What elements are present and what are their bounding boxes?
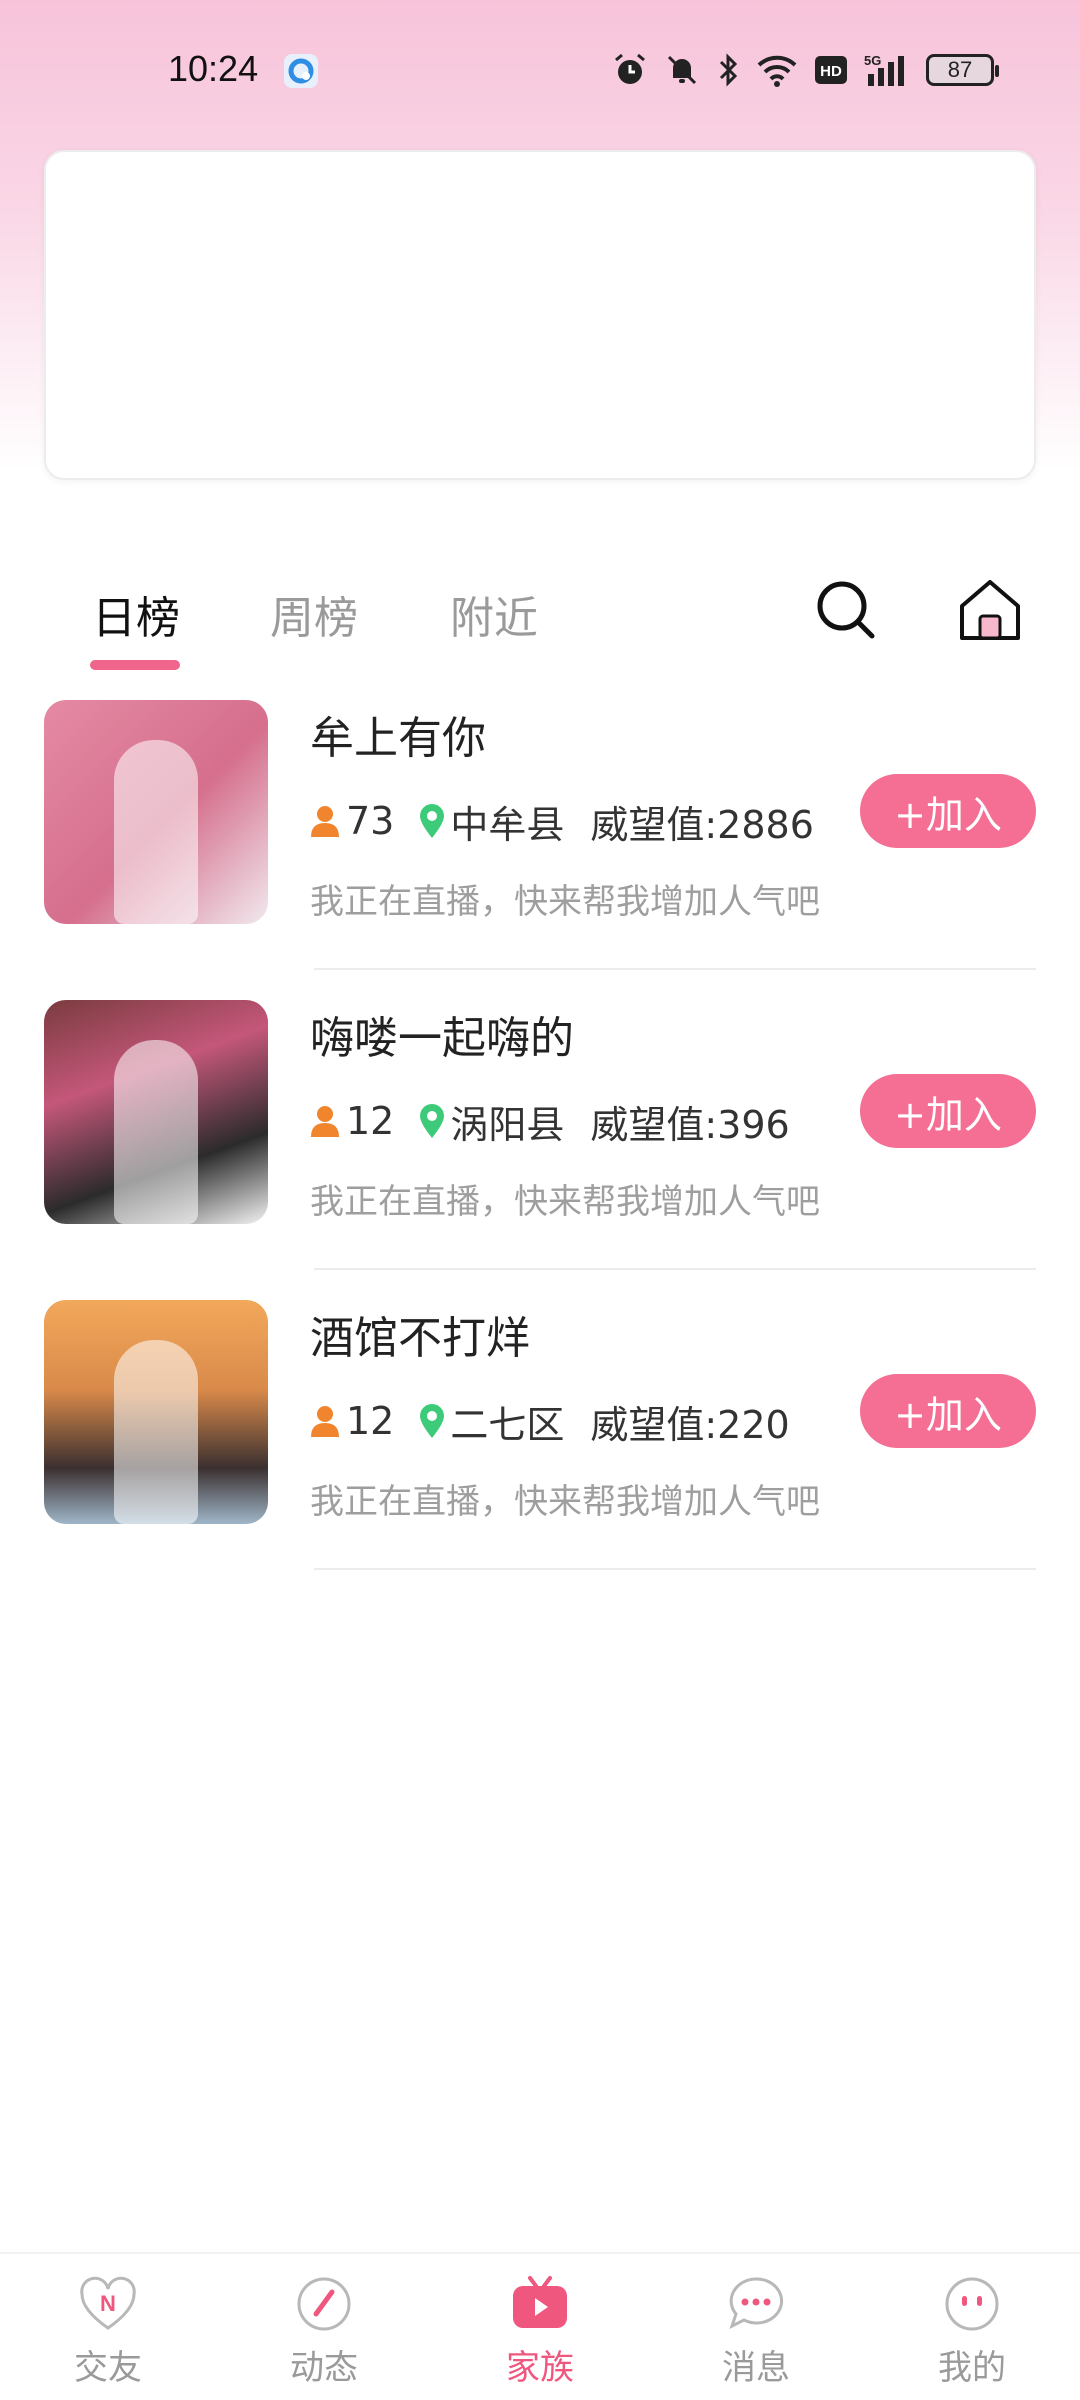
prestige-value: 威望值:220 bbox=[590, 1402, 790, 1447]
divider bbox=[314, 1268, 1036, 1270]
chat-bubble-icon bbox=[729, 2277, 784, 2329]
heart-n-icon: N bbox=[80, 2276, 136, 2330]
member-icon bbox=[311, 1406, 339, 1437]
family-avatar[interactable] bbox=[44, 1300, 268, 1524]
bottom-nav: N 交友 动态 家族 消息 我的 bbox=[0, 2252, 1080, 2400]
divider bbox=[314, 1568, 1036, 1570]
family-description: 我正在直播，快来帮我增加人气吧 bbox=[310, 1482, 820, 1522]
bluetooth-icon bbox=[719, 53, 738, 87]
nav-label: 交友 bbox=[74, 2348, 142, 2388]
alarm-icon bbox=[615, 53, 645, 84]
list-item[interactable]: 牟上有你 73 中牟县 威望值:2886 我正在直播，快来帮我增加人气吧 +加入 bbox=[0, 700, 1080, 1000]
family-meta: 12 二七区 威望值:220 bbox=[310, 1396, 790, 1447]
family-name: 牟上有你 bbox=[310, 713, 486, 764]
location-text: 中牟县 bbox=[450, 802, 565, 847]
nav-label: 消息 bbox=[722, 2348, 790, 2388]
family-description: 我正在直播，快来帮我增加人气吧 bbox=[310, 882, 820, 922]
member-icon bbox=[311, 806, 339, 837]
nav-item-family[interactable]: 家族 bbox=[470, 2274, 610, 2394]
family-home-button[interactable] bbox=[950, 570, 1030, 650]
mute-bell-icon bbox=[667, 55, 697, 85]
join-button[interactable]: +加入 bbox=[860, 774, 1036, 848]
member-count: 73 bbox=[346, 799, 395, 843]
wifi-icon bbox=[757, 55, 797, 87]
tab-weekly[interactable]: 周榜 bbox=[270, 582, 358, 646]
family-meta: 73 中牟县 威望值:2886 bbox=[310, 796, 814, 847]
location-icon bbox=[420, 1404, 445, 1438]
compass-icon bbox=[297, 2277, 351, 2331]
status-time: 10:24 bbox=[168, 48, 259, 89]
hd-icon: HD bbox=[815, 56, 847, 84]
app-notification-icon bbox=[284, 54, 318, 88]
svg-text:HD: HD bbox=[820, 63, 842, 80]
prestige-value: 威望值:2886 bbox=[590, 802, 814, 847]
location-icon bbox=[420, 1104, 445, 1138]
ranking-tabs: 日榜 周榜 附近 bbox=[0, 570, 1080, 680]
search-button[interactable] bbox=[806, 570, 886, 650]
join-button[interactable]: +加入 bbox=[860, 1074, 1036, 1148]
divider bbox=[314, 968, 1036, 970]
member-count: 12 bbox=[346, 1099, 395, 1143]
member-icon bbox=[311, 1106, 339, 1137]
nav-label: 动态 bbox=[290, 2348, 358, 2388]
tab-indicator bbox=[90, 660, 180, 670]
list-item[interactable]: 嗨喽一起嗨的 12 涡阳县 威望值:396 我正在直播，快来帮我增加人气吧 +加… bbox=[0, 1000, 1080, 1300]
family-list: 牟上有你 73 中牟县 威望值:2886 我正在直播，快来帮我增加人气吧 +加入… bbox=[0, 700, 1080, 1600]
home-icon bbox=[960, 580, 1020, 640]
family-name: 酒馆不打烊 bbox=[310, 1313, 530, 1364]
family-description: 我正在直播，快来帮我增加人气吧 bbox=[310, 1182, 820, 1222]
location-text: 涡阳县 bbox=[450, 1102, 565, 1147]
prestige-value: 威望值:396 bbox=[590, 1102, 790, 1147]
status-bar: 10:24 HD 5G 87 bbox=[0, 0, 1080, 140]
svg-text:5G: 5G bbox=[864, 53, 881, 68]
family-avatar[interactable] bbox=[44, 1000, 268, 1224]
nav-item-moments[interactable]: 动态 bbox=[254, 2274, 394, 2394]
search-icon bbox=[817, 581, 875, 639]
nav-item-me[interactable]: 我的 bbox=[902, 2274, 1042, 2394]
nav-item-friends[interactable]: N 交友 bbox=[38, 2274, 178, 2394]
nav-item-messages[interactable]: 消息 bbox=[686, 2274, 826, 2394]
tab-nearby[interactable]: 附近 bbox=[450, 582, 538, 646]
signal-5g-icon: 5G bbox=[864, 53, 904, 86]
battery-indicator: 87 bbox=[926, 54, 999, 86]
family-avatar[interactable] bbox=[44, 700, 268, 924]
banner-card[interactable] bbox=[44, 150, 1036, 480]
tab-daily[interactable]: 日榜 bbox=[92, 582, 180, 646]
location-text: 二七区 bbox=[450, 1402, 565, 1447]
member-count: 12 bbox=[346, 1399, 395, 1443]
list-item[interactable]: 酒馆不打烊 12 二七区 威望值:220 我正在直播，快来帮我增加人气吧 +加入 bbox=[0, 1300, 1080, 1600]
status-icons: HD 5G 87 bbox=[612, 50, 999, 90]
nav-label: 我的 bbox=[938, 2348, 1006, 2388]
family-name: 嗨喽一起嗨的 bbox=[310, 1013, 574, 1064]
svg-text:N: N bbox=[100, 2291, 116, 2316]
location-icon bbox=[420, 804, 445, 838]
family-meta: 12 涡阳县 威望值:396 bbox=[310, 1096, 790, 1147]
tv-play-icon bbox=[513, 2276, 567, 2328]
nav-label: 家族 bbox=[506, 2348, 574, 2388]
face-icon bbox=[945, 2277, 999, 2331]
join-button[interactable]: +加入 bbox=[860, 1374, 1036, 1448]
